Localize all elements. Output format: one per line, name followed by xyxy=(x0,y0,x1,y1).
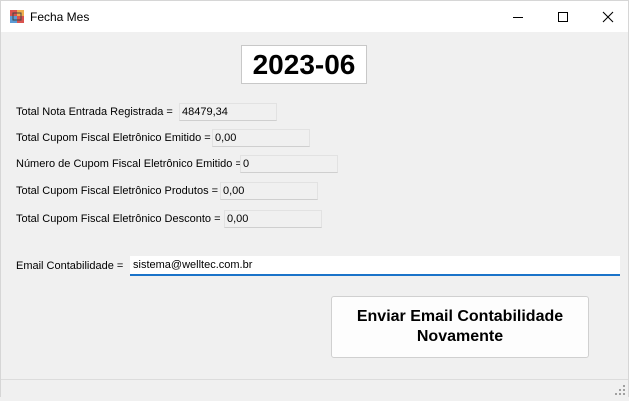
total-nota-entrada-field: 48479,34 xyxy=(179,103,277,121)
total-cupom-produtos-label: Total Cupom Fiscal Eletrônico Produtos = xyxy=(16,185,219,197)
minimize-button[interactable] xyxy=(495,1,541,32)
app-icon xyxy=(10,10,24,23)
minimize-icon xyxy=(513,16,523,18)
total-cupom-produtos-field: 0,00 xyxy=(220,182,318,200)
total-nota-entrada-label: Total Nota Entrada Registrada = xyxy=(16,106,173,118)
maximize-icon xyxy=(558,11,568,22)
email-input[interactable] xyxy=(130,256,620,276)
window: Fecha Mes 2023-06 Total Nota Entrada Reg… xyxy=(0,0,629,397)
close-icon xyxy=(602,11,614,22)
send-email-button[interactable]: Enviar Email Contabilidade Novamente xyxy=(331,296,589,358)
window-title: Fecha Mes xyxy=(30,10,90,24)
numero-cupom-emitido-field: 0 xyxy=(240,155,338,173)
maximize-button[interactable] xyxy=(540,1,586,32)
total-cupom-desconto-label: Total Cupom Fiscal Eletrônico Desconto = xyxy=(16,213,221,225)
resize-grip-icon[interactable] xyxy=(614,383,626,395)
status-bar xyxy=(1,379,628,397)
title-bar: Fecha Mes xyxy=(1,1,628,32)
total-cupom-emitido-label: Total Cupom Fiscal Eletrônico Emitido = xyxy=(16,132,211,144)
close-button[interactable] xyxy=(585,1,629,32)
period-display: 2023-06 xyxy=(241,45,367,84)
numero-cupom-emitido-label: Número de Cupom Fiscal Eletrônico Emitid… xyxy=(16,158,242,170)
email-label: Email Contabilidade = xyxy=(16,260,124,272)
total-cupom-emitido-field: 0,00 xyxy=(212,129,310,147)
total-cupom-desconto-field: 0,00 xyxy=(224,210,322,228)
